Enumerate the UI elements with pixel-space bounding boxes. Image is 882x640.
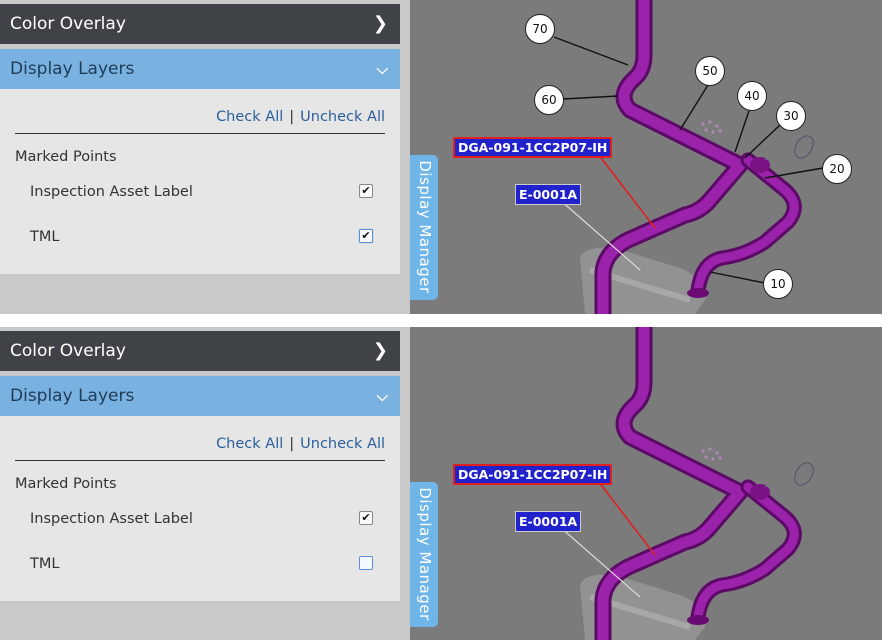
divider <box>15 460 385 461</box>
3d-viewport[interactable]: DGA-091-1CC2P07-IH E-0001A 70 60 50 40 3… <box>410 0 882 314</box>
display-layers-body: Check All | Uncheck All Marked Points Insp… <box>0 416 400 601</box>
checkmark-icon: ✔ <box>361 229 371 242</box>
display-manager-tab[interactable]: Display Manager <box>410 482 438 627</box>
checkbox-tml[interactable] <box>359 556 373 570</box>
layer-label-tml: TML <box>30 556 60 572</box>
line-label-leader <box>594 476 656 556</box>
line-number-label[interactable]: DGA-091-1CC2P07-IH <box>453 137 613 158</box>
chevron-down-icon: ⌵ <box>376 387 388 405</box>
display-layers-title: Display Layers <box>10 386 135 406</box>
color-overlay-title: Color Overlay <box>10 14 126 34</box>
equipment-label[interactable]: E-0001A <box>515 511 582 532</box>
chevron-right-icon: ❯ <box>372 340 388 361</box>
valve-outline <box>794 462 814 486</box>
tml-marker-20[interactable]: 20 <box>822 154 852 184</box>
display-manager-label: Display Manager <box>416 160 434 294</box>
group-label: Marked Points <box>15 149 117 165</box>
check-all-link[interactable]: Check All <box>216 109 283 125</box>
pipe-end <box>687 288 709 298</box>
color-overlay-header[interactable]: Color Overlay ❯ <box>0 331 400 371</box>
flange <box>750 157 770 173</box>
3d-viewport[interactable]: DGA-091-1CC2P07-IH E-0001A <box>410 327 882 640</box>
uncheck-all-link[interactable]: Uncheck All <box>300 109 385 125</box>
display-layers-header[interactable]: Display Layers ⌵ <box>0 49 400 89</box>
panel-tml-hidden: Color Overlay ❯ Display Layers ⌵ Check A… <box>0 327 882 640</box>
color-overlay-header[interactable]: Color Overlay ❯ <box>0 4 400 44</box>
layer-label-tml: TML <box>30 229 60 245</box>
uncheck-all-link[interactable]: Uncheck All <box>300 436 385 452</box>
display-layers-header[interactable]: Display Layers ⌵ <box>0 376 400 416</box>
checkbox-inspection-asset[interactable]: ✔ <box>359 184 373 198</box>
checkbox-tml[interactable]: ✔ <box>359 229 373 243</box>
check-links: Check All | Uncheck All <box>216 109 385 125</box>
layer-label-inspection-asset: Inspection Asset Label <box>30 184 193 200</box>
tml-marker-70[interactable]: 70 <box>525 14 555 44</box>
equipment-label[interactable]: E-0001A <box>515 184 582 205</box>
pipe-end <box>687 615 709 625</box>
flange <box>750 484 770 500</box>
display-layers-title: Display Layers <box>10 59 135 79</box>
line-number-label[interactable]: DGA-091-1CC2P07-IH <box>453 464 613 485</box>
check-all-link[interactable]: Check All <box>216 436 283 452</box>
link-divider: | <box>289 436 295 452</box>
sidebar: Color Overlay ❯ Display Layers ⌵ Check A… <box>0 0 400 314</box>
fittings <box>701 447 722 461</box>
checkmark-icon: ✔ <box>361 511 371 524</box>
panel-tml-visible: Color Overlay ❯ Display Layers ⌵ Check A… <box>0 0 882 314</box>
tml-marker-60[interactable]: 60 <box>534 85 564 115</box>
checkmark-icon: ✔ <box>361 184 371 197</box>
tml-marker-10[interactable]: 10 <box>763 269 793 299</box>
chevron-right-icon: ❯ <box>372 13 388 34</box>
display-manager-label: Display Manager <box>416 487 434 621</box>
color-overlay-title: Color Overlay <box>10 341 126 361</box>
tml-leaders <box>553 36 824 284</box>
display-manager-tab[interactable]: Display Manager <box>410 155 438 300</box>
group-label: Marked Points <box>15 476 117 492</box>
panel-separator <box>0 314 882 327</box>
valve-outline <box>794 135 814 159</box>
tml-marker-30[interactable]: 30 <box>776 101 806 131</box>
tml-marker-40[interactable]: 40 <box>737 81 767 111</box>
sidebar: Color Overlay ❯ Display Layers ⌵ Check A… <box>0 327 400 640</box>
tml-marker-50[interactable]: 50 <box>695 56 725 86</box>
layer-label-inspection-asset: Inspection Asset Label <box>30 511 193 527</box>
chevron-down-icon: ⌵ <box>376 60 388 78</box>
checkbox-inspection-asset[interactable]: ✔ <box>359 511 373 525</box>
check-links: Check All | Uncheck All <box>216 436 385 452</box>
fittings <box>701 120 722 134</box>
link-divider: | <box>289 109 295 125</box>
line-label-leader <box>594 149 656 229</box>
display-layers-body: Check All | Uncheck All Marked Points Insp… <box>0 89 400 274</box>
divider <box>15 133 385 134</box>
